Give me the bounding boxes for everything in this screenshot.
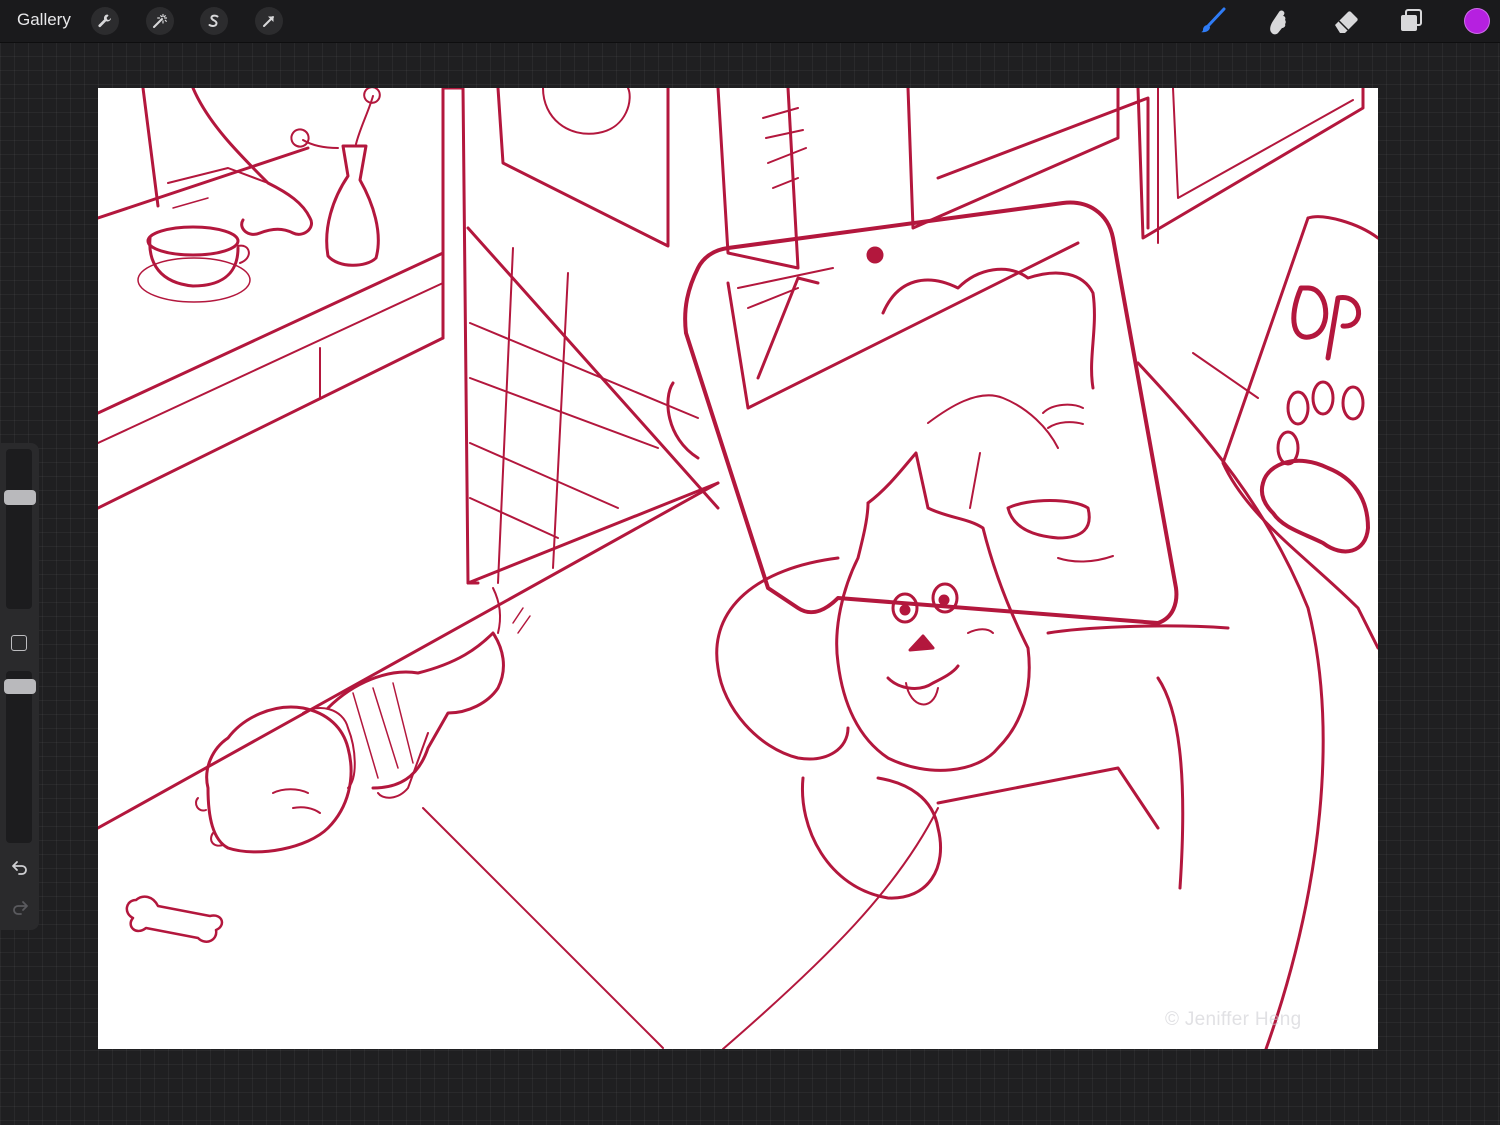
wrench-icon[interactable]	[91, 7, 119, 35]
brush-icon[interactable]	[1198, 6, 1228, 36]
sketch-artwork	[98, 88, 1378, 1049]
eraser-icon[interactable]	[1331, 6, 1361, 36]
gallery-button[interactable]: Gallery	[17, 10, 71, 30]
current-color-swatch[interactable]	[1464, 8, 1490, 34]
layers-icon[interactable]	[1396, 6, 1426, 36]
magic-wand-icon[interactable]	[146, 7, 174, 35]
opacity-slider-track[interactable]	[6, 671, 32, 843]
selection-s-icon[interactable]	[200, 7, 228, 35]
redo-arrow-icon[interactable]	[9, 897, 31, 917]
arrow-cursor-icon[interactable]	[255, 7, 283, 35]
square-modify-icon[interactable]	[11, 635, 27, 651]
watermark: © Jeniffer Heng	[1165, 1009, 1302, 1030]
drawing-canvas[interactable]: © Jeniffer Heng	[98, 88, 1378, 1049]
undo-arrow-icon[interactable]	[9, 857, 31, 877]
brush-size-slider-thumb[interactable]	[4, 489, 36, 505]
opacity-slider-thumb[interactable]	[4, 678, 36, 694]
smudge-finger-icon[interactable]	[1264, 6, 1294, 36]
top-toolbar: Gallery	[0, 0, 1500, 43]
brush-size-slider-track[interactable]	[6, 449, 32, 609]
